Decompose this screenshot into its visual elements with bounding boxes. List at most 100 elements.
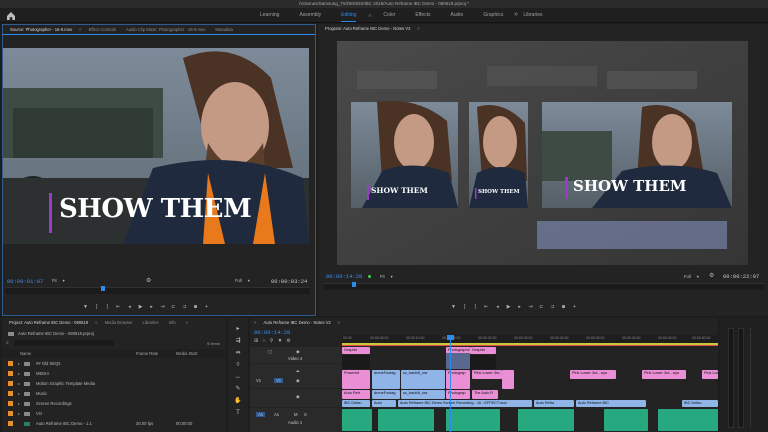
timeline-clip[interactable]: Auto Refra [534, 400, 574, 407]
lift-icon[interactable]: ⊏ [536, 302, 547, 311]
workspace-tab-color[interactable]: Color [373, 8, 405, 23]
program-fit-dropdown[interactable]: Fit ▾ [380, 274, 393, 279]
search-icon[interactable]: ⌕ [6, 340, 9, 346]
snap-icon[interactable]: ∩ [262, 338, 266, 344]
source-timecode[interactable]: 00:00:01:07 [7, 278, 43, 285]
workspace-overflow-icon[interactable]: » [514, 8, 518, 23]
timeline-clip[interactable]: IBC Defau [682, 400, 718, 407]
track-lane-v1[interactable]: Auto Refr droneFootag sc_backlit_ora Pho… [342, 390, 718, 399]
list-item[interactable]: Auto Reframe IBC Demo - 1.1 30.00 fps 00… [2, 419, 226, 428]
timeline-playhead-handle[interactable] [447, 335, 454, 340]
program-video-frame[interactable]: SHOW THEM SHOW THEM SHOW THEM [337, 41, 748, 265]
workspace-menu-icon[interactable]: ≡ [366, 13, 373, 19]
add-marker-icon[interactable]: ▼ [80, 302, 91, 311]
eye-icon[interactable]: ◉ [296, 378, 300, 383]
audio-clip[interactable] [658, 409, 718, 431]
timeline-clip[interactable]: Graphic [470, 347, 496, 354]
camera-icon[interactable]: ◙ [558, 302, 569, 311]
add-marker-icon[interactable]: ▼ [448, 302, 459, 311]
track-header-a1[interactable]: A1 A1 M S Audio 1 [250, 408, 342, 432]
selection-tool-icon[interactable]: ▸ [232, 324, 244, 333]
pen-tool-icon[interactable]: ✎ [232, 384, 244, 393]
timeline-clip[interactable]: Powered [342, 370, 370, 389]
track-target[interactable]: A1 [256, 412, 266, 417]
track-source-target[interactable]: A1 [274, 412, 279, 417]
home-icon[interactable] [5, 10, 17, 21]
timeline-clip[interactable]: Auto [372, 400, 396, 407]
tab-effect-controls[interactable]: Effect Controls [84, 27, 121, 32]
timeline-clip[interactable]: Auto Reframe IBC [576, 400, 646, 407]
timeline-clip[interactable]: Pink Lower 3rd - spa [472, 370, 502, 379]
tab-metadata[interactable]: Metadata [210, 27, 237, 32]
project-search-input[interactable] [14, 340, 114, 346]
go-to-in-icon[interactable]: ⇤ [481, 302, 492, 311]
list-item[interactable]: ▸ MEDIA [2, 369, 226, 378]
tab-sequence[interactable]: Auto Reframe IBC Demo - Notes V2 [258, 320, 335, 325]
timeline-playhead[interactable] [450, 335, 451, 432]
program-mini-timeline[interactable] [324, 283, 764, 290]
source-fit-dropdown[interactable]: Fit ▾ [52, 278, 65, 283]
track-lane-v0[interactable]: IBC Defau Auto Auto Reframe IBC Demo Scr… [342, 400, 718, 407]
workspace-tab-libraries[interactable]: Libraries [513, 8, 552, 23]
list-item[interactable]: ▸ ## Old SEQs [2, 359, 226, 368]
slip-tool-icon[interactable]: ↔ [232, 372, 244, 381]
track-header-v1[interactable]: V1 V1 ◉ [250, 372, 342, 388]
tab-media-browser[interactable]: Media Browser [100, 320, 138, 325]
timeline-clip[interactable]: IBC Defau [342, 400, 370, 407]
wrench-icon[interactable]: ⚙ [146, 277, 151, 284]
timeline-clip[interactable]: Auto Refr [342, 390, 370, 399]
workspace-tab-learning[interactable]: Learning [250, 8, 289, 23]
timeline-ruler[interactable]: 00:00 00:00:05:00 00:00:10:00 00:00:15:0… [342, 335, 718, 346]
column-media-start[interactable]: Media Start [176, 351, 197, 356]
timeline-clip[interactable]: droneFootag [372, 390, 400, 399]
timeline-clip[interactable]: The Auto R [472, 390, 498, 399]
menu-icon[interactable]: ≡ [336, 320, 342, 325]
audio-clip[interactable] [342, 409, 372, 431]
menu-icon[interactable]: ≡ [415, 26, 421, 31]
go-to-out-icon[interactable]: ⇥ [157, 302, 168, 311]
mark-out-icon[interactable]: } [470, 302, 481, 311]
step-back-icon[interactable]: ◂ [492, 302, 503, 311]
insert-icon[interactable]: ⊏ [168, 302, 179, 311]
track-header-v4[interactable]: ▢ ◉ Video 4 [250, 347, 342, 363]
wrench-icon[interactable]: ⚙ [709, 272, 714, 279]
timeline-clip[interactable]: Auto Reframe IBC Demo Screen Recording -… [398, 400, 532, 407]
solo-icon[interactable]: S [304, 412, 307, 417]
step-back-icon[interactable]: ◂ [124, 302, 135, 311]
tab-program[interactable]: Program: Auto Reframe IBC Demo - Notes V… [320, 26, 415, 31]
audio-clip[interactable] [446, 409, 500, 431]
source-mini-timeline[interactable] [5, 287, 310, 294]
source-quality-dropdown[interactable]: Full ▾ [235, 278, 250, 283]
play-icon[interactable]: ▶ [503, 302, 514, 311]
step-forward-icon[interactable]: ▸ [146, 302, 157, 311]
audio-clip[interactable] [518, 409, 574, 431]
tab-libraries[interactable]: Libraries [138, 320, 164, 325]
timeline-clip[interactable]: Pink Lower 3rd - spa [570, 370, 616, 379]
list-item[interactable]: ▸ Music [2, 389, 226, 398]
eye-icon[interactable]: ◉ [296, 349, 300, 354]
track-lane-v2[interactable]: Powered droneFootag sc_backlit_ora Photo… [342, 370, 718, 389]
track-source-target[interactable]: V1 [274, 378, 284, 383]
timeline-clip[interactable]: Pink Lower 3rd - spa [642, 370, 686, 379]
eye-icon[interactable]: ◉ [296, 394, 300, 399]
program-timecode[interactable]: 00:00:14:28 [326, 273, 362, 280]
timeline-clip[interactable] [342, 355, 370, 369]
go-to-out-icon[interactable]: ⇥ [525, 302, 536, 311]
add-button-icon[interactable]: + [569, 302, 580, 311]
nest-icon[interactable]: ⊞ [254, 338, 258, 344]
timeline-clip[interactable]: droneFootag [372, 370, 400, 389]
mark-in-icon[interactable]: { [459, 302, 470, 311]
go-to-in-icon[interactable]: ⇤ [113, 302, 124, 311]
mute-icon[interactable]: M [294, 412, 298, 417]
mark-out-icon[interactable]: } [102, 302, 113, 311]
timeline-clip[interactable]: sc_backlit_ora [401, 370, 445, 389]
workspace-tab-graphics[interactable]: Graphics [473, 8, 513, 23]
mark-in-icon[interactable]: { [91, 302, 102, 311]
tab-project[interactable]: Project: Auto Reframe IBC Demo - 090619 [4, 320, 93, 325]
razor-tool-icon[interactable]: ◊ [232, 360, 244, 369]
workspace-tab-effects[interactable]: Effects [405, 8, 440, 23]
track-lane-a1[interactable] [342, 409, 718, 431]
program-quality-dropdown[interactable]: Full ▾ [684, 274, 699, 279]
list-item[interactable]: ▸ VO [2, 409, 226, 418]
camera-icon[interactable]: ◙ [190, 302, 201, 311]
